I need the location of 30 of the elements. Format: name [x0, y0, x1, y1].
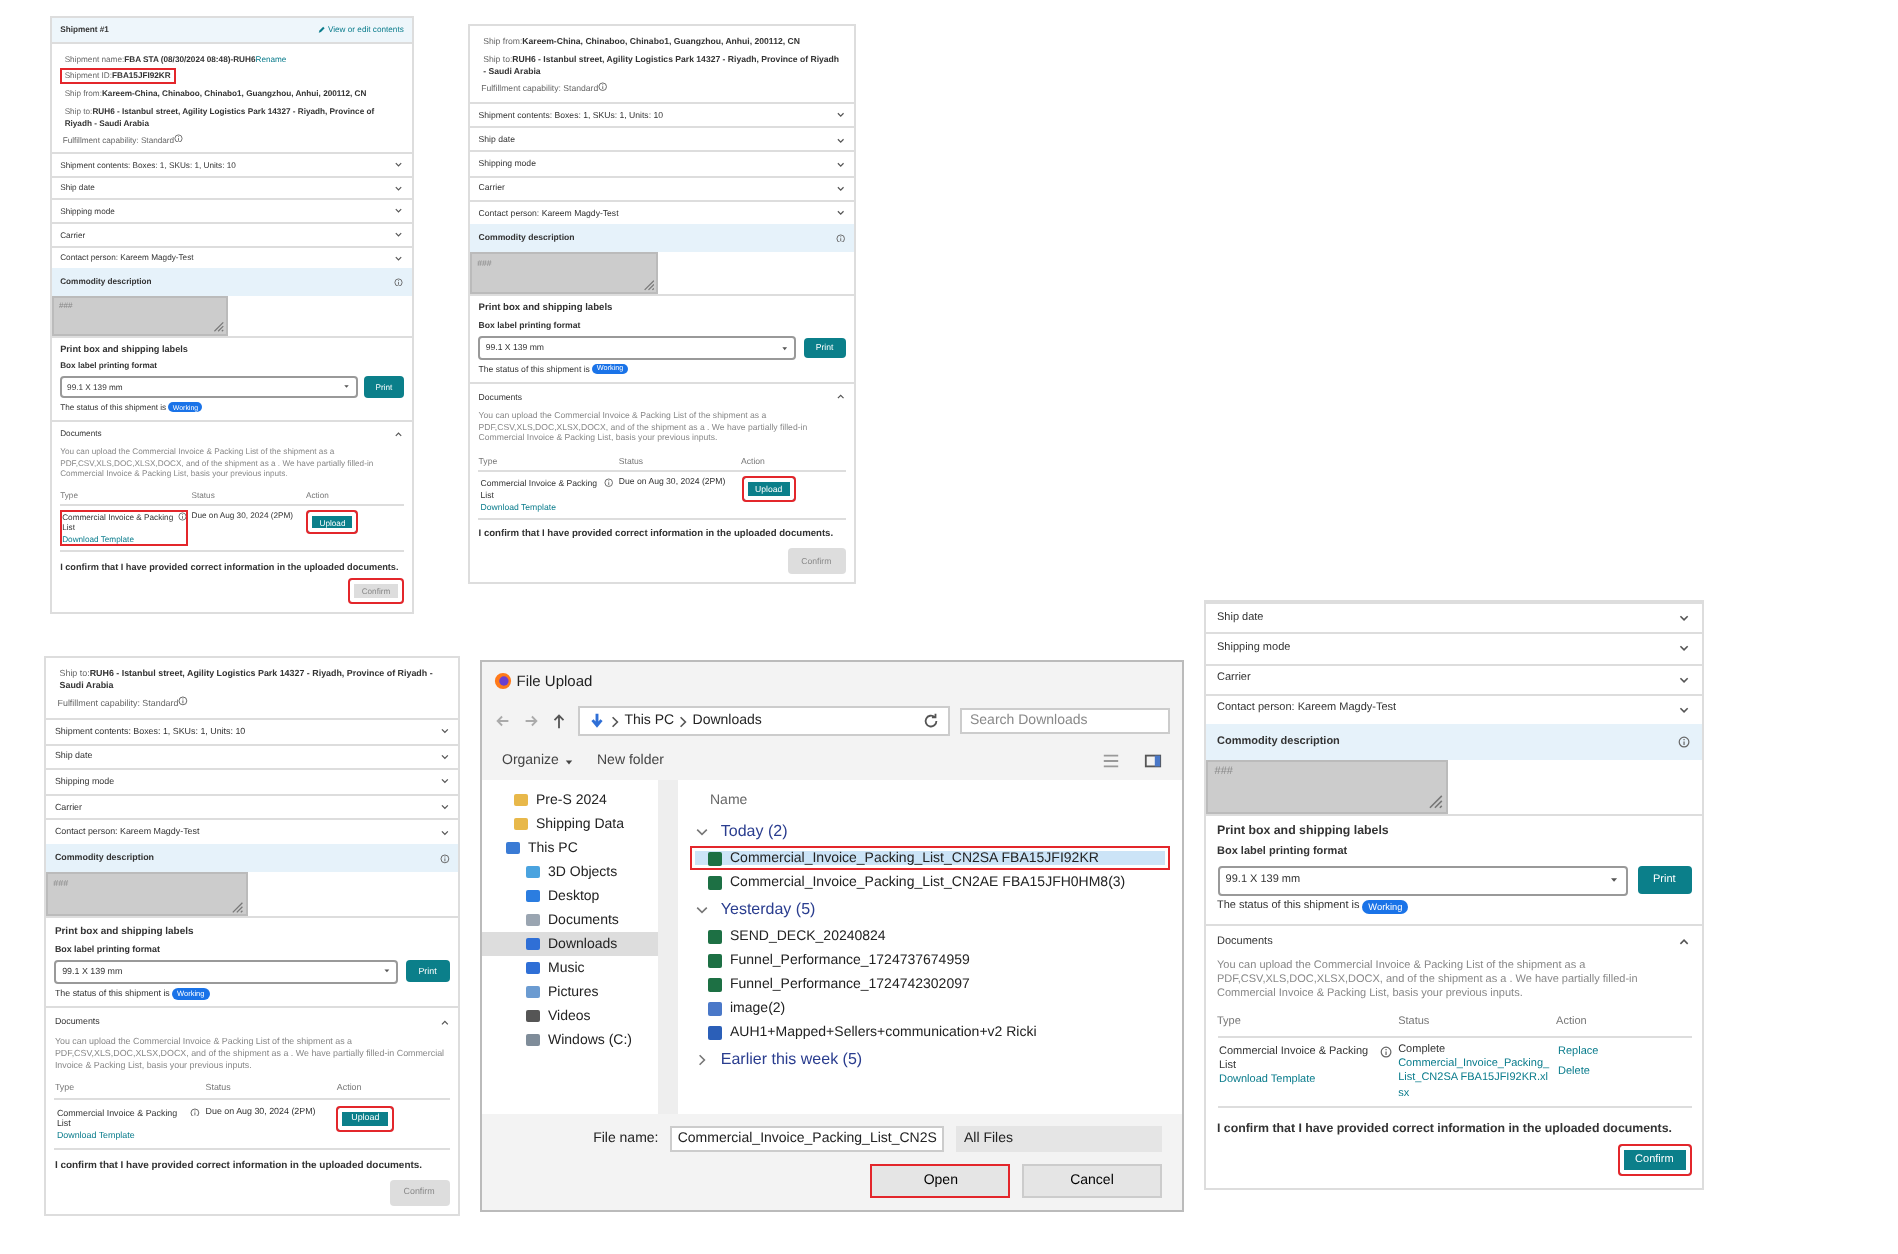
info-icon [1379, 1046, 1392, 1059]
download-arrow-icon [588, 712, 606, 730]
caret-icon [381, 966, 392, 977]
refresh-icon[interactable] [922, 712, 940, 730]
info-icon [174, 133, 184, 143]
view-options-icon[interactable] [1102, 752, 1120, 770]
info-icon [178, 696, 189, 707]
chevron-right-icon [610, 713, 621, 729]
resize-grip-icon [639, 275, 655, 292]
info-icon [190, 1107, 200, 1117]
info-icon [394, 277, 404, 287]
resize-grip-icon [228, 897, 244, 914]
group-header[interactable]: Today (2) [690, 816, 1170, 846]
info-icon [177, 512, 187, 522]
info-icon [439, 853, 450, 864]
caret-icon [780, 343, 790, 353]
info-icon [1678, 736, 1691, 749]
preview-pane-icon[interactable] [1144, 752, 1162, 770]
group-header[interactable]: Yesterday (5) [690, 894, 1170, 924]
info-icon [603, 478, 614, 489]
info-icon [835, 233, 846, 243]
group-header[interactable]: Earlier this week (5) [690, 1044, 1170, 1074]
resize-grip-icon [210, 317, 226, 333]
browser-logo-icon [494, 672, 512, 690]
chevron-right-icon [678, 713, 689, 729]
caret-icon [341, 382, 351, 392]
caret-icon [1608, 874, 1621, 887]
up-arrow-icon[interactable] [550, 712, 568, 730]
pencil-icon [318, 26, 326, 34]
info-icon [598, 82, 608, 92]
